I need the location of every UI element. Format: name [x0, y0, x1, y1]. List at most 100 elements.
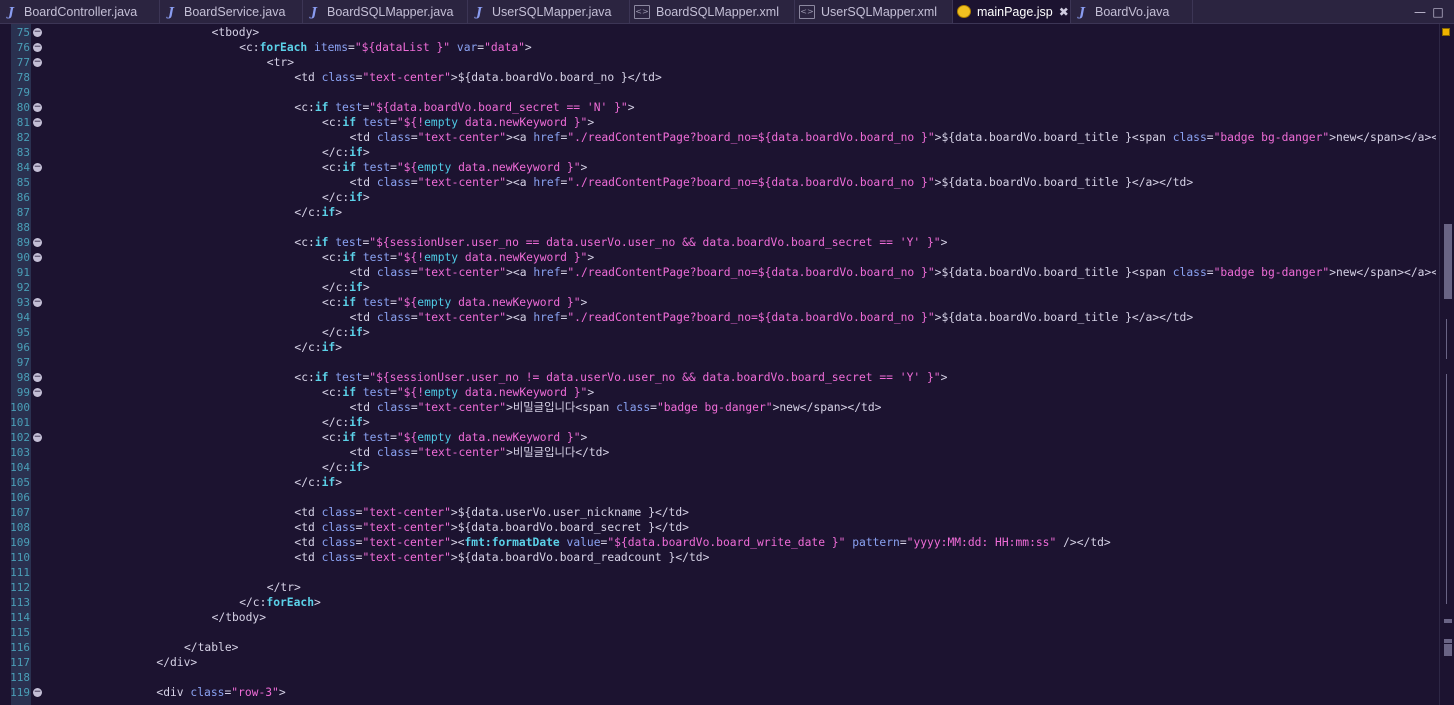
- code-line[interactable]: </c:if>: [294, 340, 342, 355]
- code-line[interactable]: </c:if>: [322, 190, 370, 205]
- xml-file-icon: <>: [799, 4, 815, 19]
- code-line[interactable]: <td class="text-center">${data.boardVo.b…: [294, 70, 661, 85]
- code-line[interactable]: </c:if>: [322, 415, 370, 430]
- code-line[interactable]: </c:if>: [322, 145, 370, 160]
- code-line[interactable]: <c:if test="${empty data.newKeyword }">: [322, 295, 587, 310]
- fold-toggle-icon[interactable]: −: [33, 163, 42, 172]
- maximize-icon[interactable]: □: [1432, 6, 1444, 18]
- code-line[interactable]: <c:if test="${!empty data.newKeyword }">: [322, 115, 594, 130]
- tab-2[interactable]: J BoardSQLMapper.java: [303, 0, 468, 23]
- line-number: 110: [10, 551, 30, 564]
- line-number: 118: [10, 671, 30, 684]
- fold-toggle-icon[interactable]: −: [33, 238, 42, 247]
- fold-toggle-icon[interactable]: −: [33, 433, 42, 442]
- code-line[interactable]: <c:if test="${empty data.newKeyword }">: [322, 430, 587, 445]
- code-line[interactable]: <c:if test="${!empty data.newKeyword }">: [322, 385, 594, 400]
- xml-file-icon: <>: [634, 4, 650, 19]
- tab-7[interactable]: J BoardVo.java: [1071, 0, 1193, 23]
- code-line[interactable]: </c:forEach>: [239, 595, 321, 610]
- line-number: 99: [16, 386, 30, 399]
- line-number: 109: [10, 536, 30, 549]
- line-number: 90: [16, 251, 30, 264]
- code-line[interactable]: <td class="text-center">비밀글입니다<span clas…: [350, 400, 882, 415]
- line-number: 82: [16, 131, 30, 144]
- line-number: 117: [10, 656, 30, 669]
- line-number: 96: [16, 341, 30, 354]
- line-number: 88: [16, 221, 30, 234]
- code-line[interactable]: <td class="text-center">${data.userVo.us…: [294, 505, 689, 520]
- window-controls: — □: [1394, 0, 1454, 23]
- fold-toggle-icon[interactable]: −: [33, 253, 42, 262]
- code-line[interactable]: <td class="text-center"><a href="./readC…: [350, 310, 1194, 325]
- line-number: 80: [16, 101, 30, 114]
- code-line[interactable]: <td class="text-center"><fmt:formatDate …: [294, 535, 1110, 550]
- code-line[interactable]: </c:if>: [322, 325, 370, 340]
- tab-label: UserSQLMapper.java: [492, 4, 612, 19]
- line-number: 79: [16, 86, 30, 99]
- line-number: 89: [16, 236, 30, 249]
- fold-toggle-icon[interactable]: −: [33, 298, 42, 307]
- fold-toggle-icon[interactable]: −: [33, 103, 42, 112]
- line-number: 105: [10, 476, 30, 489]
- line-number: 87: [16, 206, 30, 219]
- code-line[interactable]: <c:if test="${sessionUser.user_no == dat…: [294, 235, 947, 250]
- code-line[interactable]: <div class="row-3">: [156, 685, 285, 700]
- minimize-icon[interactable]: —: [1414, 6, 1426, 18]
- code-area[interactable]: <tbody> <c:forEach items="${dataList }" v…: [46, 24, 1436, 705]
- line-number-gutter: 75−76−77−78 79 80−81−82 83 84−85 86 87 88 89−90−…: [0, 24, 44, 705]
- fold-toggle-icon[interactable]: −: [33, 388, 42, 397]
- line-number: 104: [10, 461, 30, 474]
- tab-6[interactable]: mainPage.jsp ✖: [953, 0, 1071, 23]
- code-line[interactable]: <td class="text-center"><a href="./readC…: [350, 175, 1194, 190]
- scroll-thumb[interactable]: [1444, 224, 1452, 299]
- tab-0[interactable]: J BoardController.java: [0, 0, 160, 23]
- fold-toggle-icon[interactable]: −: [33, 118, 42, 127]
- tab-5[interactable]: <> UserSQLMapper.xml: [795, 0, 953, 23]
- tab-3[interactable]: J UserSQLMapper.java: [468, 0, 630, 23]
- code-line[interactable]: <c:forEach items="${dataList }" var="dat…: [239, 40, 532, 55]
- tab-1[interactable]: J BoardService.java: [160, 0, 303, 23]
- code-line[interactable]: <c:if test="${data.boardVo.board_secret …: [294, 100, 634, 115]
- line-number: 78: [16, 71, 30, 84]
- java-file-icon: J: [311, 4, 317, 19]
- java-file-icon: J: [476, 4, 482, 19]
- code-line[interactable]: </tbody>: [212, 610, 266, 625]
- line-number: 77: [16, 56, 30, 69]
- code-line[interactable]: <td class="text-center"><a href="./readC…: [350, 130, 1436, 145]
- code-line[interactable]: <tr>: [267, 55, 294, 70]
- line-number: 81: [16, 116, 30, 129]
- code-line[interactable]: <td class="text-center">${data.boardVo.b…: [294, 550, 709, 565]
- line-number: 95: [16, 326, 30, 339]
- code-line[interactable]: <c:if test="${sessionUser.user_no != dat…: [294, 370, 947, 385]
- line-number: 94: [16, 311, 30, 324]
- jsp-file-icon: [957, 5, 971, 18]
- code-line[interactable]: <tbody>: [212, 25, 260, 40]
- code-line[interactable]: </c:if>: [294, 475, 342, 490]
- code-line[interactable]: </c:if>: [294, 205, 342, 220]
- code-line[interactable]: <c:if test="${empty data.newKeyword }">: [322, 160, 587, 175]
- fold-toggle-icon[interactable]: −: [33, 28, 42, 37]
- code-line[interactable]: </div>: [156, 655, 197, 670]
- close-tab-icon[interactable]: ✖: [1059, 5, 1069, 19]
- fold-toggle-icon[interactable]: −: [33, 373, 42, 382]
- fold-toggle-icon[interactable]: −: [33, 43, 42, 52]
- code-editor[interactable]: 75−76−77−78 79 80−81−82 83 84−85 86 87 88 89−90−…: [0, 24, 1454, 705]
- line-number: 86: [16, 191, 30, 204]
- overview-ruler[interactable]: [1439, 24, 1454, 705]
- code-line[interactable]: <td class="text-center">${data.boardVo.b…: [294, 520, 689, 535]
- ruler-mark: [1446, 374, 1447, 604]
- tab-4[interactable]: <> BoardSQLMapper.xml: [630, 0, 795, 23]
- code-line[interactable]: <td class="text-center"><a href="./readC…: [350, 265, 1436, 280]
- warning-marker-icon[interactable]: [1442, 28, 1450, 36]
- code-line[interactable]: </c:if>: [322, 460, 370, 475]
- fold-toggle-icon[interactable]: −: [33, 58, 42, 67]
- tab-label: UserSQLMapper.xml: [821, 4, 938, 19]
- code-line[interactable]: </tr>: [267, 580, 301, 595]
- line-number: 113: [10, 596, 30, 609]
- code-line[interactable]: <c:if test="${!empty data.newKeyword }">: [322, 250, 594, 265]
- code-line[interactable]: <td class="text-center">비밀글입니다</td>: [350, 445, 610, 460]
- fold-toggle-icon[interactable]: −: [33, 688, 42, 697]
- tab-label: mainPage.jsp: [977, 4, 1053, 19]
- code-line[interactable]: </c:if>: [322, 280, 370, 295]
- code-line[interactable]: </table>: [184, 640, 238, 655]
